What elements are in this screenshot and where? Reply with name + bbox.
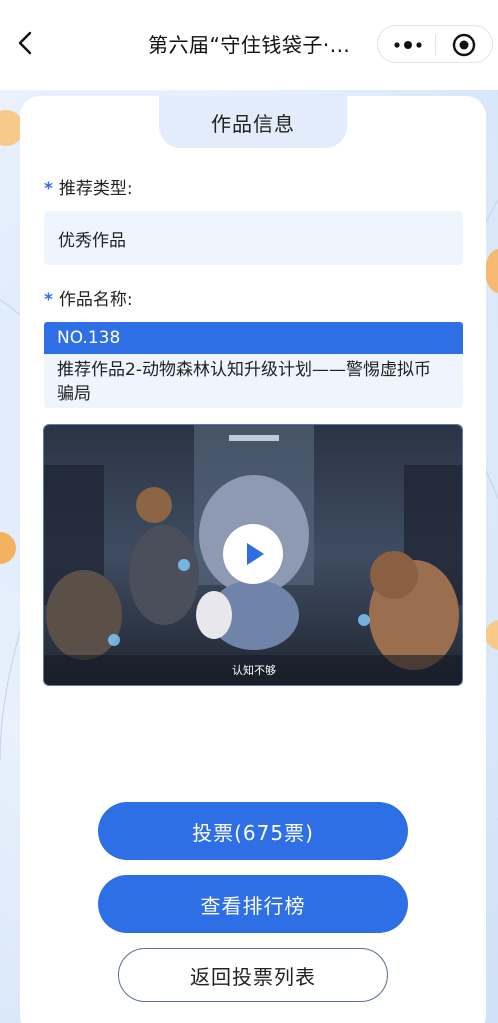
page-title: 第六届“守住钱袋子·... [148, 33, 351, 57]
type-value: 优秀作品 [58, 231, 126, 251]
name-label: * 作品名称: [44, 285, 133, 310]
play-icon [247, 543, 264, 565]
type-label-text: 推荐类型: [58, 179, 133, 199]
more-dots-icon[interactable] [388, 30, 428, 60]
play-button[interactable] [223, 524, 283, 584]
target-circle-icon[interactable] [450, 31, 478, 59]
type-field[interactable]: 优秀作品 [44, 211, 463, 265]
capsule-divider [435, 35, 436, 55]
name-label-text: 作品名称: [58, 290, 133, 310]
video-player[interactable]: 认知不够 [43, 424, 463, 686]
card-header-tab: 作品信息 [159, 96, 347, 148]
navigation-bar: 第六届“守住钱袋子·... [0, 0, 498, 90]
coin-decoration-left-2 [0, 532, 16, 564]
work-name-value: 推荐作品2-动物森林认知升级计划——警惕虚拟币骗局 [57, 360, 431, 404]
required-mark: * [44, 179, 53, 199]
coin-decoration-right [485, 249, 498, 293]
vote-button[interactable]: 投票(675票) [98, 802, 408, 860]
work-number-highlight: NO.138 [44, 322, 463, 354]
view-ranking-button[interactable]: 查看排行榜 [98, 875, 408, 933]
back-to-list-button[interactable]: 返回投票列表 [118, 948, 388, 1002]
work-info-card: 作品信息 * 推荐类型: 优秀作品 * 作品名称: NO.138 推荐作品2-动物森… [20, 96, 486, 1023]
type-label: * 推荐类型: [44, 174, 133, 199]
required-mark: * [44, 290, 53, 310]
back-arrow-icon[interactable] [12, 28, 42, 58]
video-caption: 认知不够 [232, 664, 276, 677]
name-field[interactable]: NO.138 推荐作品2-动物森林认知升级计划——警惕虚拟币骗局 [44, 322, 463, 408]
mini-program-capsule [377, 25, 493, 63]
